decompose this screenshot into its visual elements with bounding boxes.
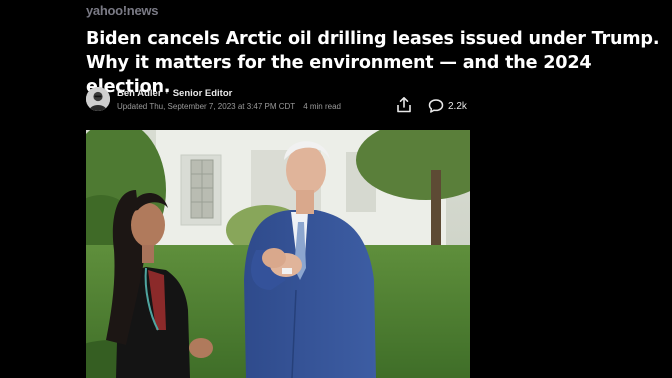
share-icon	[397, 97, 411, 113]
updated-timestamp: Updated Thu, September 7, 2023 at 3:47 P…	[117, 102, 296, 111]
avatar-icon	[86, 87, 110, 111]
comment-bubble-icon	[428, 99, 444, 113]
comments-count: 2.2k	[448, 100, 467, 112]
author-role: Senior Editor	[172, 88, 233, 99]
article-hero-image[interactable]	[86, 130, 470, 378]
byline-separator: ·	[165, 88, 169, 99]
author-name[interactable]: Ben Adler	[117, 88, 162, 99]
author-avatar[interactable]	[86, 87, 110, 111]
article-meta: Updated Thu, September 7, 2023 at 3:47 P…	[117, 102, 341, 111]
share-button[interactable]	[395, 96, 413, 114]
site-logo[interactable]: yahoo!news	[86, 3, 158, 18]
comments-button[interactable]: 2.2k	[428, 98, 467, 114]
read-time: 4 min read	[303, 102, 341, 111]
byline: Ben Adler · Senior Editor Updated Thu, Sep…	[86, 87, 486, 113]
article-page: yahoo!news Biden cancels Arctic oil dril…	[0, 0, 672, 378]
hero-photo	[86, 130, 470, 378]
author-line: Ben Adler · Senior Editor	[117, 88, 232, 99]
